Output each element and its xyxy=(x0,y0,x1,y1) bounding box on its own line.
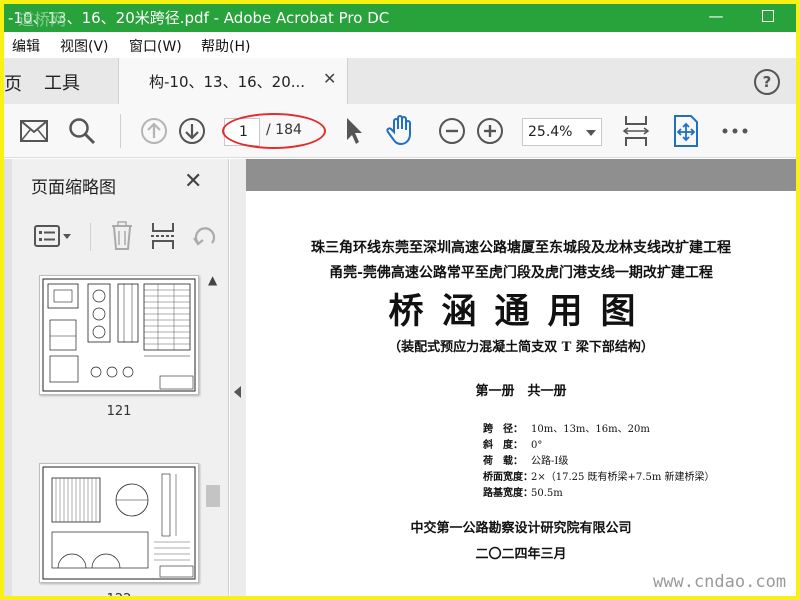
acrobat-window: -10、13、16、20米跨径.pdf - Adobe Acrobat Pro … xyxy=(4,4,796,596)
zoom-value: 25.4% xyxy=(528,124,573,140)
panel-collapse-handle[interactable] xyxy=(230,159,246,596)
drawing-preview xyxy=(42,466,196,580)
fit-page-icon[interactable] xyxy=(622,114,650,148)
menu-help[interactable]: 帮助(H) xyxy=(201,36,250,56)
panel-separator xyxy=(90,223,91,251)
annotation-circle xyxy=(222,113,326,149)
select-pointer-icon[interactable] xyxy=(344,116,364,146)
full-screen-icon[interactable] xyxy=(672,114,700,148)
maximize-button[interactable] xyxy=(762,10,774,22)
close-tab-icon[interactable]: ✕ xyxy=(323,69,336,88)
menu-bar: 编辑 视图(V) 窗口(W) 帮助(H) xyxy=(4,32,796,58)
zoom-out-icon[interactable] xyxy=(438,117,466,145)
footer-watermark: www.cndao.com xyxy=(653,572,787,592)
zoom-select[interactable]: 25.4% xyxy=(522,118,602,146)
rotate-icon[interactable] xyxy=(192,223,218,249)
institute-name: 中交第一公路勘察设计研究院有限公司 xyxy=(410,521,632,536)
toolbar: 1 / 184 25.4% xyxy=(4,104,796,158)
panel-toolbar xyxy=(12,215,227,261)
spec-row: 路基宽度：50.5m xyxy=(483,488,563,499)
page-thumbnail[interactable] xyxy=(39,463,199,583)
drawing-preview xyxy=(42,278,196,392)
previous-page-icon[interactable] xyxy=(140,117,168,145)
hand-tool-icon[interactable] xyxy=(386,114,416,146)
next-page-icon[interactable] xyxy=(178,117,206,145)
volume-info: 第一册 共一册 xyxy=(475,384,567,399)
minimize-button[interactable]: — xyxy=(704,7,728,27)
tab-row: 页 工具 构-10、13、16、20... ✕ ? xyxy=(4,58,796,104)
page-gap xyxy=(246,159,796,191)
document-date: 二〇二四年三月 xyxy=(475,547,567,562)
thumbnail-scrollbar[interactable]: ▲ xyxy=(202,267,224,596)
document-tab-label: 构-10、13、16、20... xyxy=(149,73,306,91)
help-icon[interactable]: ? xyxy=(754,69,780,95)
main-title: 桥涵通用图 xyxy=(388,291,654,332)
thumbnail-list: 121 xyxy=(12,267,202,596)
thumbnail-label: 121 xyxy=(106,404,132,419)
project-line-2: 甬莞-莞佛高速公路常平至虎门段及虎门港支线一期改扩建工程 xyxy=(329,265,713,281)
toolbar-separator xyxy=(120,114,121,148)
page-thumbnail[interactable] xyxy=(39,275,199,395)
email-icon[interactable] xyxy=(20,120,48,142)
menu-view[interactable]: 视图(V) xyxy=(60,36,109,56)
project-line-1: 珠三角环线东莞至深圳高速公路塘厦至东城段及龙林支线改扩建工程 xyxy=(311,240,731,256)
thumbnail-label: 122 xyxy=(89,592,149,596)
thumbnail-panel: 页面缩略图 ✕ 121 ▲ xyxy=(4,159,229,596)
title-bar: -10、13、16、20米跨径.pdf - Adobe Acrobat Pro … xyxy=(4,4,796,32)
zoom-in-icon[interactable] xyxy=(476,117,504,145)
more-options-icon[interactable] xyxy=(722,128,748,134)
tab-home[interactable]: 页 xyxy=(4,70,22,96)
menu-window[interactable]: 窗口(W) xyxy=(129,36,182,56)
chevron-down-icon xyxy=(586,130,596,136)
insert-page-icon[interactable] xyxy=(150,221,176,251)
site-watermark: 道桥网 xyxy=(18,10,67,29)
spec-row: 跨 径： 10m、13m、16m、20m xyxy=(483,424,650,435)
spec-row: 桥面宽度：2×（17.25 既有桥梁+7.5m 新建桥梁） xyxy=(483,472,715,483)
document-view: 珠三角环线东莞至深圳高速公路塘厦至东城段及龙林支线改扩建工程 甬莞-莞佛高速公路… xyxy=(246,159,796,596)
search-icon[interactable] xyxy=(68,117,96,145)
trash-icon[interactable] xyxy=(110,221,134,251)
spec-row: 荷 载： 公路-Ⅰ级 xyxy=(483,456,569,467)
panel-title: 页面缩略图 xyxy=(31,178,116,198)
pdf-page: 珠三角环线东莞至深圳高速公路塘厦至东城段及龙林支线改扩建工程 甬莞-莞佛高速公路… xyxy=(246,191,796,596)
thumbnail-options-icon[interactable] xyxy=(34,225,74,247)
tab-tools[interactable]: 工具 xyxy=(44,69,80,95)
scrollbar-thumb[interactable] xyxy=(206,485,220,507)
panel-strip xyxy=(4,159,12,596)
spec-row: 斜 度： 0° xyxy=(483,440,543,451)
chevron-up-icon[interactable]: ▲ xyxy=(208,273,217,287)
spec-list: 跨 径： 10m、13m、16m、20m 斜 度： 0° 荷 载： 公路-Ⅰ级 桥面宽… xyxy=(483,422,715,502)
menu-edit[interactable]: 编辑 xyxy=(12,36,40,56)
chevron-left-icon xyxy=(234,386,241,398)
tab-document[interactable]: 构-10、13、16、20... ✕ xyxy=(118,58,348,104)
close-panel-icon[interactable]: ✕ xyxy=(184,169,202,194)
subtitle: （装配式预应力混凝土简支双 T 梁下部结构） xyxy=(388,340,654,355)
